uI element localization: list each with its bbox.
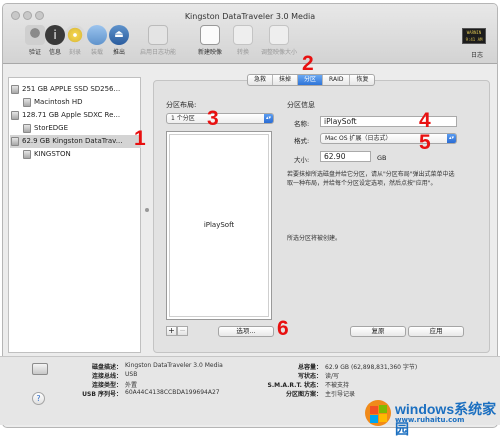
write-status-key: 写状态： bbox=[297, 373, 322, 380]
partition-block-iplaysoft[interactable]: iPlaySoft bbox=[169, 134, 269, 317]
window-title: Kingston DataTraveler 3.0 Media bbox=[184, 12, 316, 21]
partition-scheme-value: 主引导记录 bbox=[325, 391, 356, 398]
disk-description-value: Kingston DataTraveler 3.0 Media bbox=[125, 362, 223, 369]
journal-icon bbox=[148, 25, 168, 45]
sidebar-item-storedge[interactable]: StorEDGE bbox=[23, 122, 141, 135]
eject-icon: ⏏ bbox=[109, 25, 129, 45]
partition-layout-label: 分区布局: bbox=[166, 101, 197, 109]
help-button[interactable]: ? bbox=[32, 392, 45, 405]
annotation-6: 6 bbox=[277, 317, 289, 340]
annotation-5: 5 bbox=[419, 131, 431, 154]
write-status-value: 读/写 bbox=[325, 373, 340, 380]
sidebar-item-apple-ssd[interactable]: 251 GB APPLE SSD SD256... bbox=[11, 83, 141, 96]
watermark: windows系统家园 www.ruhaitu.com bbox=[362, 392, 498, 437]
volume-icon bbox=[23, 97, 31, 107]
usb-drive-icon bbox=[32, 363, 48, 375]
options-button[interactable]: 选项... bbox=[218, 326, 274, 337]
tab-partition[interactable]: 分区 bbox=[298, 75, 324, 85]
annotation-2: 2 bbox=[302, 52, 314, 75]
partition-block-label: iPlaySoft bbox=[203, 221, 235, 229]
smart-status-value: 不被支持 bbox=[325, 382, 350, 389]
windows-logo-icon bbox=[365, 400, 391, 426]
partition-format-select[interactable]: Mac OS 扩展（日志式） ▴▾ bbox=[320, 133, 457, 144]
tab-erase[interactable]: 抹掉 bbox=[273, 75, 299, 85]
volume-icon bbox=[23, 149, 31, 159]
tab-first-aid[interactable]: 急救 bbox=[248, 75, 274, 85]
partition-size-field[interactable]: 62.90 bbox=[320, 151, 371, 162]
connection-type-key: 连接类型： bbox=[91, 382, 122, 389]
hard-drive-icon bbox=[11, 84, 19, 94]
resize-image-button[interactable]: 调整映像大小 bbox=[251, 25, 307, 61]
format-label: 格式: bbox=[294, 137, 310, 145]
sidebar-item-kingston-drive[interactable]: 62.9 GB Kingston DataTrav... bbox=[10, 135, 141, 148]
total-capacity-value: 62.9 GB (62,898,831,360 字节) bbox=[325, 364, 418, 371]
log-icon[interactable]: WARNIN 9:41 AM bbox=[462, 28, 486, 44]
usb-drive-icon bbox=[11, 136, 19, 146]
chevron-updown-icon: ▴▾ bbox=[264, 114, 273, 123]
partition-instructions: 若要抹掉所选磁盘并给它分区，请从"分区布局"弹出式菜单中选取一种布局，并给每个分… bbox=[287, 171, 455, 187]
disk-description-key: 磁盘描述： bbox=[91, 364, 122, 371]
enable-journaling-button[interactable]: 启用日志功能 bbox=[130, 25, 186, 61]
tab-restore[interactable]: 恢复 bbox=[350, 75, 374, 85]
name-label: 名称: bbox=[294, 120, 310, 128]
sidebar-item-apple-sdxc[interactable]: 128.71 GB Apple SDXC Re... bbox=[11, 109, 141, 122]
resize-image-icon bbox=[269, 25, 289, 45]
annotation-3: 3 bbox=[207, 107, 219, 130]
partition-scheme-key: 分区图方案： bbox=[285, 391, 322, 398]
apply-button[interactable]: 应用 bbox=[408, 326, 464, 337]
sidebar-item-macintosh-hd[interactable]: Macintosh HD bbox=[23, 96, 141, 109]
tab-bar: 急救 抹掉 分区 RAID 恢复 bbox=[247, 74, 376, 86]
convert-icon bbox=[233, 25, 253, 45]
sidebar-item-kingston-volume[interactable]: KINGSTON bbox=[23, 148, 141, 161]
partition-name-field[interactable]: iPlaySoft bbox=[320, 116, 457, 127]
title-bar: Kingston DataTraveler 3.0 Media 验证 i 信息 … bbox=[3, 4, 497, 64]
smart-status-key: S.M.A.R.T. 状态： bbox=[267, 382, 322, 389]
annotation-4: 4 bbox=[419, 109, 431, 132]
revert-button[interactable]: 复原 bbox=[350, 326, 406, 337]
split-view-handle[interactable] bbox=[145, 208, 149, 212]
total-capacity-key: 总容量： bbox=[297, 364, 322, 371]
partition-info-label: 分区信息 bbox=[287, 101, 315, 109]
size-unit: GB bbox=[377, 154, 387, 162]
chevron-updown-icon: ▴▾ bbox=[447, 134, 456, 143]
sd-card-icon bbox=[11, 110, 19, 120]
usb-serial-value: 60A44C4138CCBDA199694A27 bbox=[125, 389, 220, 396]
watermark-url: www.ruhaitu.com bbox=[395, 416, 465, 424]
device-sidebar: 251 GB APPLE SSD SD256... Macintosh HD 1… bbox=[8, 77, 141, 353]
connection-bus-key: 连接总线： bbox=[91, 373, 122, 380]
remove-partition-button[interactable]: − bbox=[177, 326, 188, 336]
partition-map: iPlaySoft bbox=[166, 131, 272, 320]
new-image-icon bbox=[200, 25, 220, 45]
tab-raid[interactable]: RAID bbox=[323, 75, 351, 85]
log-label: 日志 bbox=[470, 52, 483, 59]
partition-layout-select[interactable]: 1 个分区 ▴▾ bbox=[166, 113, 274, 124]
connection-type-value: 外置 bbox=[125, 382, 138, 389]
pending-status-text: 所选分区将被创建。 bbox=[287, 235, 342, 242]
add-partition-button[interactable]: + bbox=[166, 326, 177, 336]
usb-serial-key: USB 序列号： bbox=[82, 391, 122, 398]
annotation-1: 1 bbox=[134, 127, 146, 150]
connection-bus-value: USB bbox=[125, 371, 138, 378]
volume-icon bbox=[23, 123, 31, 133]
size-label: 大小: bbox=[294, 156, 310, 164]
